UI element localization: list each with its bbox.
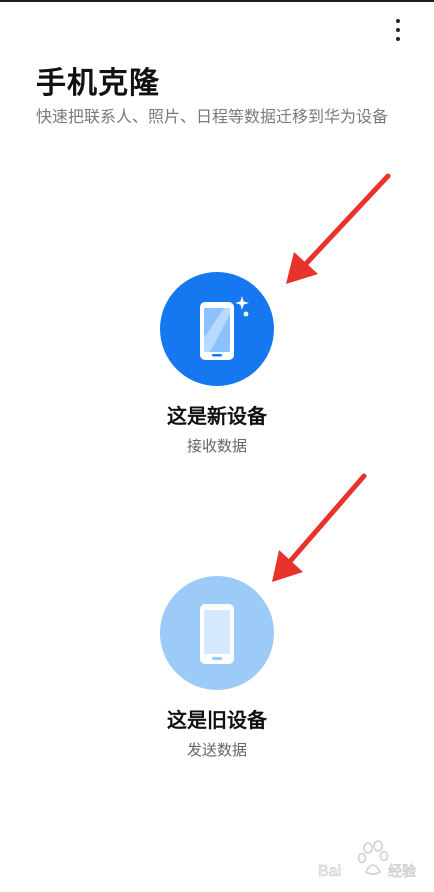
phone-sparkle-icon [200,296,249,360]
baidu-paw-logo: Bai 经验 [318,840,416,880]
page-title: 手机克隆 [36,66,160,101]
old-device-label: 这是旧设备 [167,708,267,732]
annotation-arrow-old [272,473,367,582]
more-options-button[interactable] [382,12,414,48]
svg-text:经验: 经验 [388,864,416,880]
top-edge-divider [0,0,434,2]
more-vertical-icon [396,19,400,23]
more-vertical-icon-dot [396,37,400,41]
new-device-sublabel: 接收数据 [186,437,247,455]
page-subtitle: 快速把联系人、照片、日程等数据迁移到华为设备 [36,107,389,126]
new-device-circle[interactable] [160,272,274,386]
new-device-label: 这是新设备 [167,404,267,428]
svg-text:Bai: Bai [318,863,341,880]
new-device-option[interactable]: 这是新设备 接收数据 [117,272,317,456]
old-device-circle[interactable] [160,576,274,690]
old-device-sublabel: 发送数据 [186,741,247,759]
phone-icon [200,604,234,664]
more-vertical-icon-dot [396,28,400,32]
old-device-option[interactable]: 这是旧设备 发送数据 [117,576,317,760]
baidu-watermark: Bai 经验 [318,838,428,882]
